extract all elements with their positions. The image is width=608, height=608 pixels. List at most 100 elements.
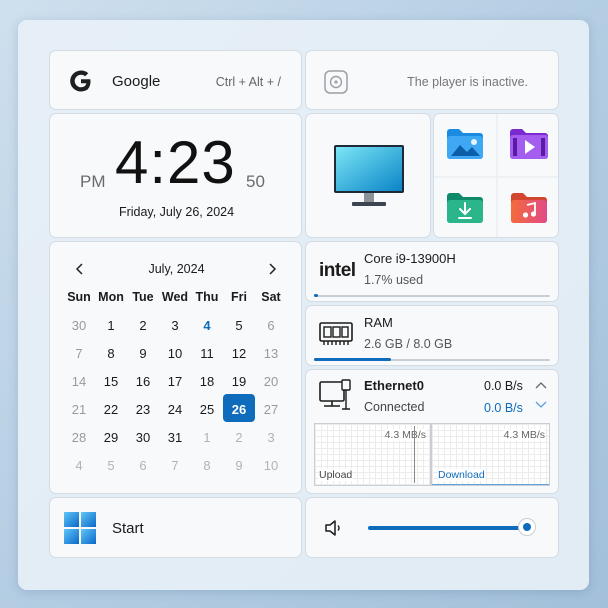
upload-arrow-icon [535,382,547,389]
player-status: The player is inactive. [407,75,528,89]
clock-seconds: 50 [246,172,265,191]
videos-folder-icon [510,129,548,159]
google-g-icon [70,70,91,92]
downloads-folder-tile[interactable] [434,178,496,237]
calendar-day[interactable]: 25 [191,402,223,417]
calendar-card: July, 2024 Sun Mon Tue Wed Thu Fri Sat 3… [49,241,302,494]
calendar-day[interactable]: 31 [159,430,191,445]
calendar-day[interactable]: 29 [95,430,127,445]
weekday-label: Mon [98,290,124,304]
media-player-icon [324,70,348,94]
ram-usage-bar [314,358,391,361]
calendar-day[interactable]: 6 [255,318,287,333]
calendar-day-highlighted[interactable]: 4 [191,318,223,333]
calendar-day[interactable]: 8 [191,458,223,473]
calendar-day[interactable]: 7 [159,458,191,473]
calendar-day[interactable]: 11 [191,346,223,361]
calendar-day[interactable]: 4 [63,458,95,473]
calendar-day[interactable]: 9 [223,458,255,473]
weekday-label: Thu [195,290,219,304]
download-speed: 0.0 B/s [484,401,523,415]
volume-slider-thumb[interactable] [518,518,536,536]
calendar-day[interactable]: 5 [95,458,127,473]
start-label: Start [112,520,144,537]
pictures-folder-tile[interactable] [434,114,496,176]
calendar-day[interactable]: 21 [63,402,95,417]
ram-label: RAM [364,315,393,330]
calendar-day[interactable]: 5 [223,318,255,333]
search-card[interactable]: Google Ctrl + Alt + / [49,50,302,110]
calendar-day[interactable]: 23 [127,402,159,417]
calendar-day[interactable]: 27 [255,402,287,417]
calendar-day[interactable]: 10 [159,346,191,361]
calendar-day[interactable]: 3 [255,430,287,445]
calendar-day[interactable]: 1 [95,318,127,333]
calendar-day[interactable]: 18 [191,374,223,389]
calendar-day[interactable]: 22 [95,402,127,417]
monitor-icon [334,145,404,206]
download-graph-baseline [432,484,549,485]
upload-speed: 0.0 B/s [484,379,523,393]
calendar-day[interactable]: 14 [63,374,95,389]
calendar-day[interactable]: 2 [223,430,255,445]
calendar-day[interactable]: 28 [63,430,95,445]
chevron-left-icon[interactable] [74,262,86,276]
clock-card[interactable]: PM 4:23 50 Friday, July 26, 2024 [49,113,302,238]
download-graph-scale: 4.3 MB/s [503,429,545,441]
calendar-day[interactable]: 1 [191,430,223,445]
cpu-name: Core i9-13900H [364,251,456,266]
calendar-day[interactable]: 10 [255,458,287,473]
calendar-day[interactable]: 8 [95,346,127,361]
intel-logo: intel [319,260,356,281]
network-status: Connected [364,400,425,414]
calendar-day[interactable]: 12 [223,346,255,361]
chevron-right-icon[interactable] [266,262,278,276]
videos-folder-tile[interactable] [498,114,558,176]
search-shortcut: Ctrl + Alt + / [215,75,281,89]
volume-slider-fill [368,526,528,530]
folder-grid [433,113,559,238]
calendar-day[interactable]: 20 [255,374,287,389]
calendar-day[interactable]: 30 [63,318,95,333]
windows-logo-icon [64,512,96,544]
upload-graph-spike [414,426,415,483]
cpu-usage-bar [314,294,318,297]
start-button[interactable]: Start [49,497,302,558]
calendar-day[interactable]: 15 [95,374,127,389]
upload-graph-scale: 4.3 MB/s [384,429,426,441]
speaker-icon[interactable] [324,519,344,537]
media-player-card[interactable]: The player is inactive. [305,50,559,110]
calendar-month: July, 2024 [148,262,205,276]
calendar-day[interactable]: 16 [127,374,159,389]
volume-slider-thumb-dot [523,523,531,531]
upload-graph: 4.3 MB/s Upload [314,423,431,486]
network-card[interactable]: Ethernet0 Connected 0.0 B/s 0.0 B/s 4.3 … [305,369,559,494]
calendar-day[interactable]: 24 [159,402,191,417]
network-name: Ethernet0 [364,378,424,393]
music-folder-icon [511,193,547,223]
clock-time: 4:23 [115,129,236,196]
calendar-day-today[interactable]: 26 [223,402,255,417]
cpu-card[interactable]: intel Core i9-13900H 1.7% used [305,241,559,302]
desktop-tile[interactable] [305,113,431,238]
cpu-usage: 1.7% used [364,273,424,287]
downloads-folder-icon [447,193,483,223]
calendar-day[interactable]: 7 [63,346,95,361]
ram-card[interactable]: RAM 2.6 GB / 8.0 GB [305,305,559,366]
calendar-day[interactable]: 3 [159,318,191,333]
search-label: Google [112,73,161,90]
calendar-day[interactable]: 9 [127,346,159,361]
upload-graph-label: Upload [319,469,353,481]
calendar-day[interactable]: 19 [223,374,255,389]
calendar-day[interactable]: 13 [255,346,287,361]
clock-date: Friday, July 26, 2024 [118,205,235,219]
calendar-day[interactable]: 30 [127,430,159,445]
calendar-day[interactable]: 6 [127,458,159,473]
weekday-label: Fri [231,290,247,304]
weekday-label: Wed [161,290,189,304]
network-icon [319,379,351,410]
calendar-day[interactable]: 17 [159,374,191,389]
music-folder-tile[interactable] [498,178,558,237]
volume-card [305,497,559,558]
calendar-day[interactable]: 2 [127,318,159,333]
